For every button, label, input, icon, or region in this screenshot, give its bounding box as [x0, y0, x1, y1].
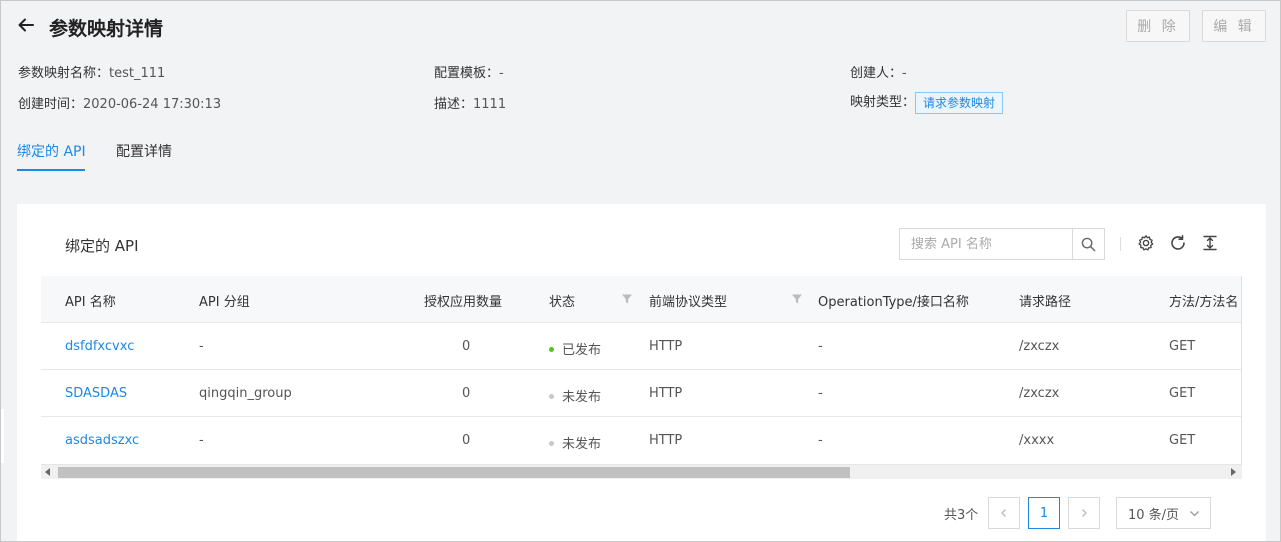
app-count-cell: 0 [462, 386, 471, 401]
horizontal-scrollbar[interactable] [41, 464, 1242, 479]
column-height-icon[interactable] [1201, 234, 1219, 252]
table-row: asdsadszxc - 0 未发布 HTTP - /xxxx GET [41, 416, 1242, 463]
table-header: API 名称 API 分组 授权应用数量 状态 前端协议类型 Operation… [41, 276, 1242, 323]
col-status: 状态 [549, 295, 576, 310]
col-method: 方法/方法名 [1169, 295, 1239, 310]
tab-bound-api[interactable]: 绑定的 API [17, 141, 86, 161]
status-cell: 未发布 [549, 433, 601, 452]
info-created-label: 创建时间： [18, 97, 84, 112]
info-creator-label: 创建人： [850, 66, 903, 81]
api-table: API 名称 API 分组 授权应用数量 状态 前端协议类型 Operation… [41, 276, 1242, 478]
api-name-link[interactable]: asdsadszxc [65, 433, 139, 448]
table-row: SDASDAS qingqin_group 0 未发布 HTTP - /zxcz… [41, 369, 1242, 416]
info-type-label: 映射类型： [850, 95, 916, 110]
info-name-value: test_111 [109, 66, 166, 81]
path-cell: /zxczx [1019, 339, 1060, 354]
refresh-icon[interactable] [1169, 234, 1187, 252]
info-name-label: 参数映射名称： [18, 66, 110, 81]
status-text: 未发布 [562, 437, 602, 452]
path-cell: /zxczx [1019, 386, 1060, 401]
col-protocol: 前端协议类型 [649, 295, 728, 310]
status-dot [549, 347, 554, 352]
col-operation-type: OperationType/接口名称 [818, 295, 969, 310]
status-dot [549, 441, 554, 446]
status-filter-icon[interactable] [621, 293, 633, 305]
info-type: 映射类型： 请求参数映射 [850, 91, 1004, 114]
info-creator-value: - [902, 66, 907, 81]
search-icon [1081, 237, 1096, 251]
status-cell: 未发布 [549, 386, 601, 405]
delete-button[interactable]: 删 除 [1126, 10, 1190, 42]
settings-gear-icon[interactable] [1137, 234, 1155, 252]
info-desc-label: 描述： [434, 97, 474, 112]
info-template: 配置模板：- [434, 62, 504, 81]
pagination-total: 共3个 [944, 508, 979, 523]
info-template-value: - [499, 66, 504, 81]
tab-active-indicator [17, 169, 85, 171]
bound-api-card: 绑定的 API API 名称 API 分组 授权应用数量 状态 前端协议类型 O… [17, 204, 1266, 542]
protocol-cell: HTTP [649, 339, 683, 354]
page-size-select[interactable]: 10 条/页 [1116, 497, 1211, 529]
info-desc-value: 1111 [473, 97, 507, 112]
prev-page-button[interactable] [988, 497, 1020, 529]
info-creator: 创建人：- [850, 62, 907, 81]
method-cell: GET [1169, 339, 1196, 354]
toolbar-divider [1120, 237, 1121, 251]
method-cell: GET [1169, 386, 1196, 401]
search-input[interactable] [900, 229, 1072, 259]
page-title: 参数映射详情 [49, 18, 164, 40]
search-box [899, 228, 1105, 260]
card-title: 绑定的 API [65, 237, 139, 255]
page-number-button[interactable]: 1 [1028, 497, 1060, 529]
chevron-left-icon [1001, 509, 1006, 517]
info-name: 参数映射名称：test_111 [18, 62, 165, 81]
api-name-link[interactable]: SDASDAS [65, 386, 127, 401]
scroll-right-icon[interactable] [1231, 468, 1236, 476]
status-cell: 已发布 [549, 339, 601, 358]
col-api-name: API 名称 [65, 295, 116, 310]
status-text: 未发布 [562, 390, 602, 405]
left-edge-strip [0, 409, 4, 463]
chevron-down-icon [1190, 511, 1199, 517]
back-arrow-icon[interactable] [16, 15, 36, 35]
operation-cell: - [818, 339, 823, 354]
next-page-button[interactable] [1068, 497, 1100, 529]
protocol-cell: HTTP [649, 433, 683, 448]
api-name-link[interactable]: dsfdfxcvxc [65, 339, 134, 354]
info-template-label: 配置模板： [434, 66, 500, 81]
info-desc: 描述：1111 [434, 93, 506, 112]
edit-button[interactable]: 编 辑 [1202, 10, 1266, 42]
chevron-right-icon [1082, 509, 1087, 517]
app-count-cell: 0 [462, 433, 471, 448]
api-group-cell: - [199, 433, 204, 448]
protocol-filter-icon[interactable] [791, 293, 803, 305]
page-size-value: 10 条/页 [1128, 507, 1180, 523]
operation-cell: - [818, 386, 823, 401]
col-api-group: API 分组 [199, 295, 250, 310]
protocol-cell: HTTP [649, 386, 683, 401]
scroll-left-icon[interactable] [45, 468, 50, 476]
app-count-cell: 0 [462, 339, 471, 354]
tab-config-detail[interactable]: 配置详情 [116, 141, 172, 161]
table-row: dsfdfxcvxc - 0 已发布 HTTP - /zxczx GET [41, 322, 1242, 369]
col-app-count: 授权应用数量 [424, 295, 503, 310]
info-created: 创建时间：2020-06-24 17:30:13 [18, 93, 221, 112]
scrollbar-thumb[interactable] [58, 467, 850, 478]
status-text: 已发布 [562, 343, 602, 358]
mapping-type-tag: 请求参数映射 [915, 91, 1004, 114]
operation-cell: - [818, 433, 823, 448]
path-cell: /xxxx [1019, 433, 1055, 448]
search-button[interactable] [1072, 229, 1104, 259]
api-group-cell: - [199, 339, 204, 354]
info-created-value: 2020-06-24 17:30:13 [83, 97, 222, 112]
method-cell: GET [1169, 433, 1196, 448]
status-dot [549, 394, 554, 399]
api-group-cell: qingqin_group [199, 386, 292, 401]
col-request-path: 请求路径 [1019, 295, 1072, 310]
table-right-edge [1241, 276, 1242, 478]
